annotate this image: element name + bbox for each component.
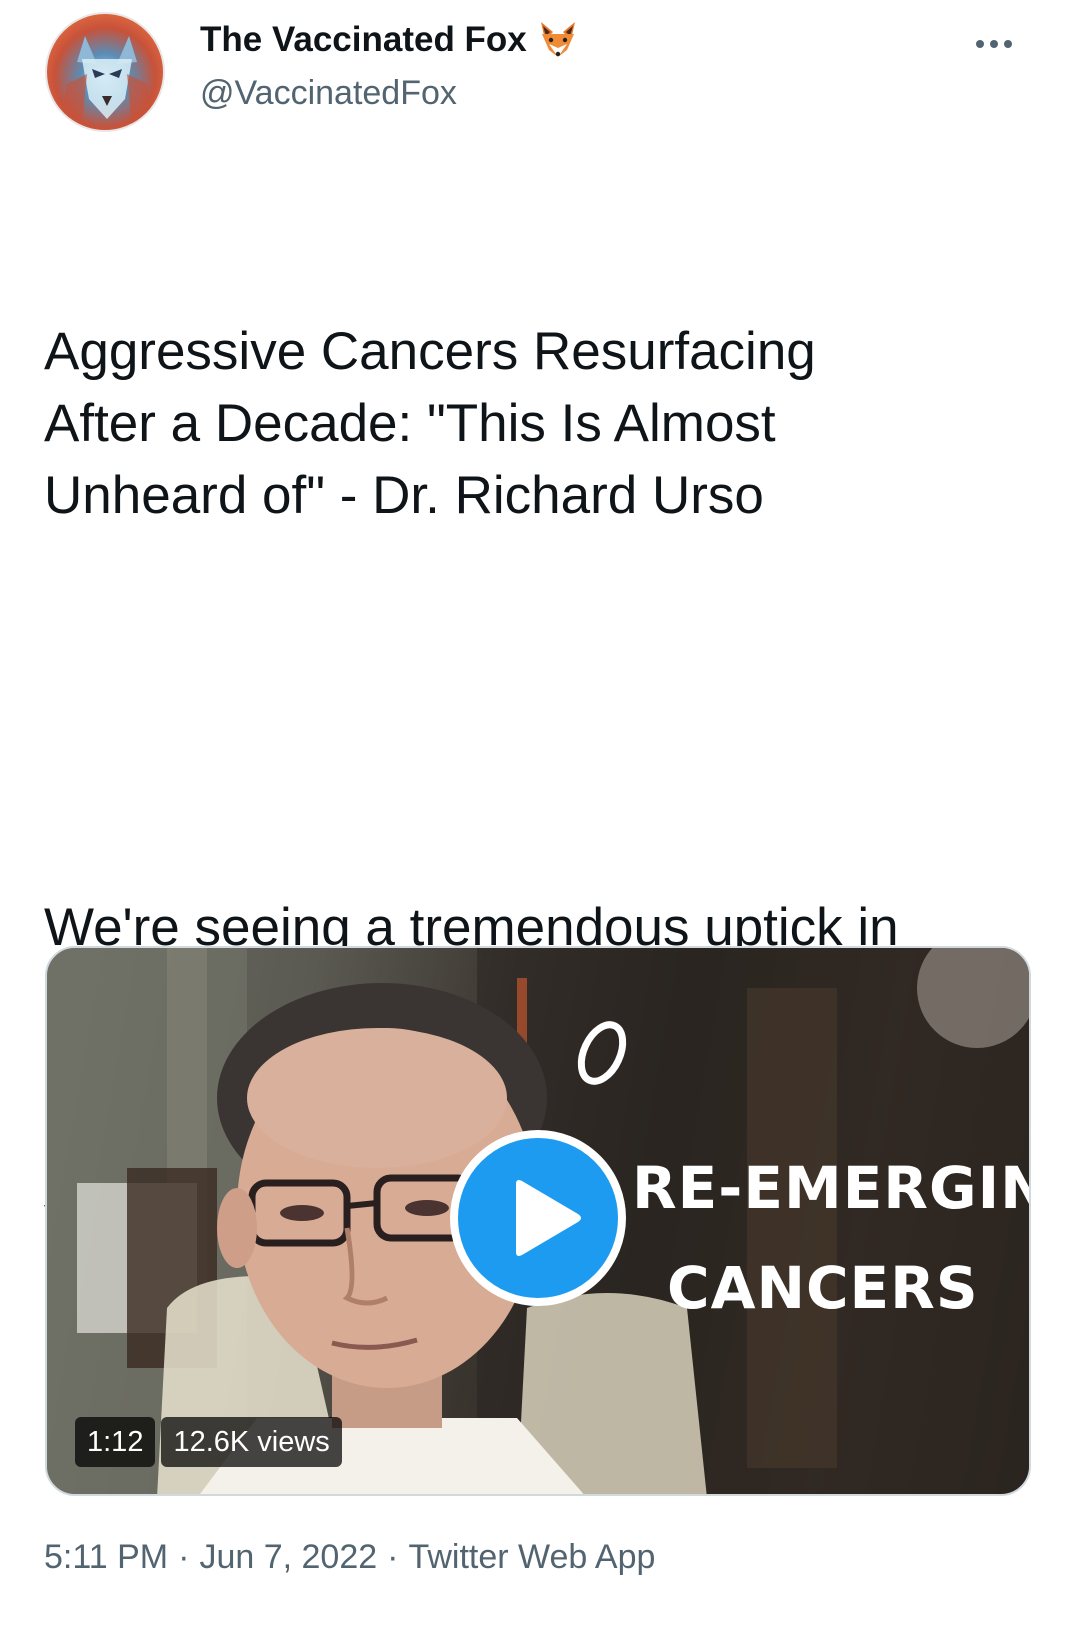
tweet-time[interactable]: 5:11 PM (44, 1538, 168, 1576)
more-dot-icon (976, 40, 984, 48)
more-dot-icon (990, 40, 998, 48)
tweet-source[interactable]: Twitter Web App (408, 1538, 655, 1576)
tweet-meta: 5:11 PM · Jun 7, 2022 · Twitter Web App (44, 1538, 655, 1577)
fox-face-icon (540, 22, 575, 57)
meta-separator: · (178, 1538, 190, 1576)
play-button[interactable] (450, 1130, 626, 1306)
avatar[interactable] (45, 12, 165, 132)
video-player[interactable]: RE-EMERGING CANCERS 1:12 12.6K views (45, 946, 1031, 1496)
video-views: 12.6K views (161, 1417, 342, 1467)
meta-separator: · (387, 1538, 399, 1576)
author-name[interactable]: The Vaccinated Fox (200, 20, 579, 60)
tweet-headline: Aggressive Cancers Resurfacing After a D… (44, 322, 828, 525)
overlay-title-line1: RE-EMERGING (632, 1154, 1029, 1222)
tweet-date[interactable]: Jun 7, 2022 (199, 1538, 377, 1576)
author-handle[interactable]: @VaccinatedFox (200, 74, 457, 113)
more-options-button[interactable] (968, 32, 1020, 56)
play-icon (516, 1180, 581, 1256)
video-duration: 1:12 (75, 1417, 156, 1467)
fox-portrait-avatar (62, 36, 152, 124)
more-dot-icon (1004, 40, 1012, 48)
overlay-title-line2: CANCERS (667, 1254, 979, 1322)
author-name-text: The Vaccinated Fox (200, 20, 527, 59)
video-badges: 1:12 12.6K views (75, 1417, 342, 1467)
